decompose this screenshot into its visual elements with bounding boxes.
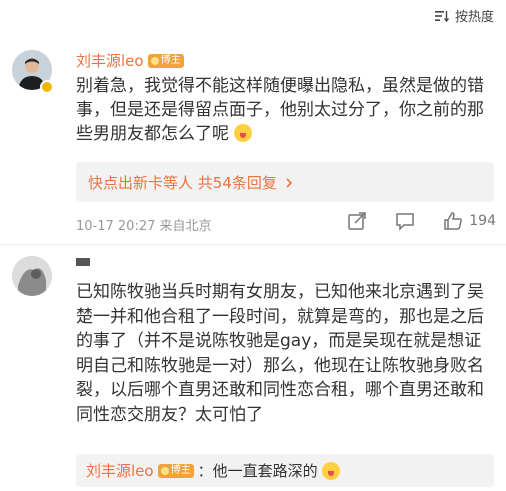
sort-toggle[interactable]: 按热度 (434, 6, 494, 25)
comment-text: 已知陈牧驰当兵时期有女朋友，已知他来北京遇到了吴楚一并和他合租了一段时间，就算是… (76, 282, 484, 425)
sub-reply[interactable]: 刘丰源leo 博主 ：他一直套路深的 (76, 454, 494, 487)
avatar[interactable] (12, 256, 52, 296)
tongue-emoji-icon (321, 461, 340, 480)
divider (0, 244, 506, 245)
comment-actions: 194 (347, 211, 496, 231)
blogger-badge: 博主 (157, 463, 194, 478)
like-button[interactable]: 194 (443, 211, 496, 231)
sort-label: 按热度 (454, 10, 494, 25)
comment-body: 别着急，我觉得不能这样随便曝出隐私，虽然是做的错事，但是还是得留点面子，他别太过… (76, 76, 484, 144)
reply-summary: 快点出新卡等人 (88, 174, 194, 192)
badge-dot-icon (150, 56, 159, 65)
badge-label: 博主 (170, 464, 191, 476)
like-count: 194 (469, 213, 496, 229)
share-icon[interactable] (347, 211, 367, 231)
blogger-badge: 博主 (147, 53, 184, 68)
sort-icon (434, 10, 449, 22)
comment-text: 别着急，我觉得不能这样随便曝出隐私，虽然是做的错事，但是还是得留点面子，他别太过… (76, 74, 494, 146)
badge-label: 博主 (160, 54, 181, 66)
verified-badge-icon (40, 80, 54, 94)
comment-icon[interactable] (395, 211, 415, 231)
chevron-right-icon (286, 178, 292, 188)
thumbs-up-icon (444, 212, 463, 230)
username-redacted (76, 258, 90, 266)
author-name: 刘丰源leo (76, 52, 144, 70)
sub-reply-author[interactable]: 刘丰源leo (86, 460, 154, 481)
reply-count: 共54条回复 (197, 174, 277, 192)
badge-dot-icon (160, 466, 169, 475)
photo-avatar-icon (12, 256, 52, 296)
comment-meta: 10-17 20:27 来自北京 (76, 219, 212, 234)
sub-reply-text: ：他一直套路深的 (197, 462, 318, 480)
replies-preview[interactable]: 快点出新卡等人 共54条回复 (76, 162, 494, 202)
tongue-emoji-icon (234, 124, 253, 142)
comment-author[interactable]: 刘丰源leo 博主 (76, 50, 184, 71)
